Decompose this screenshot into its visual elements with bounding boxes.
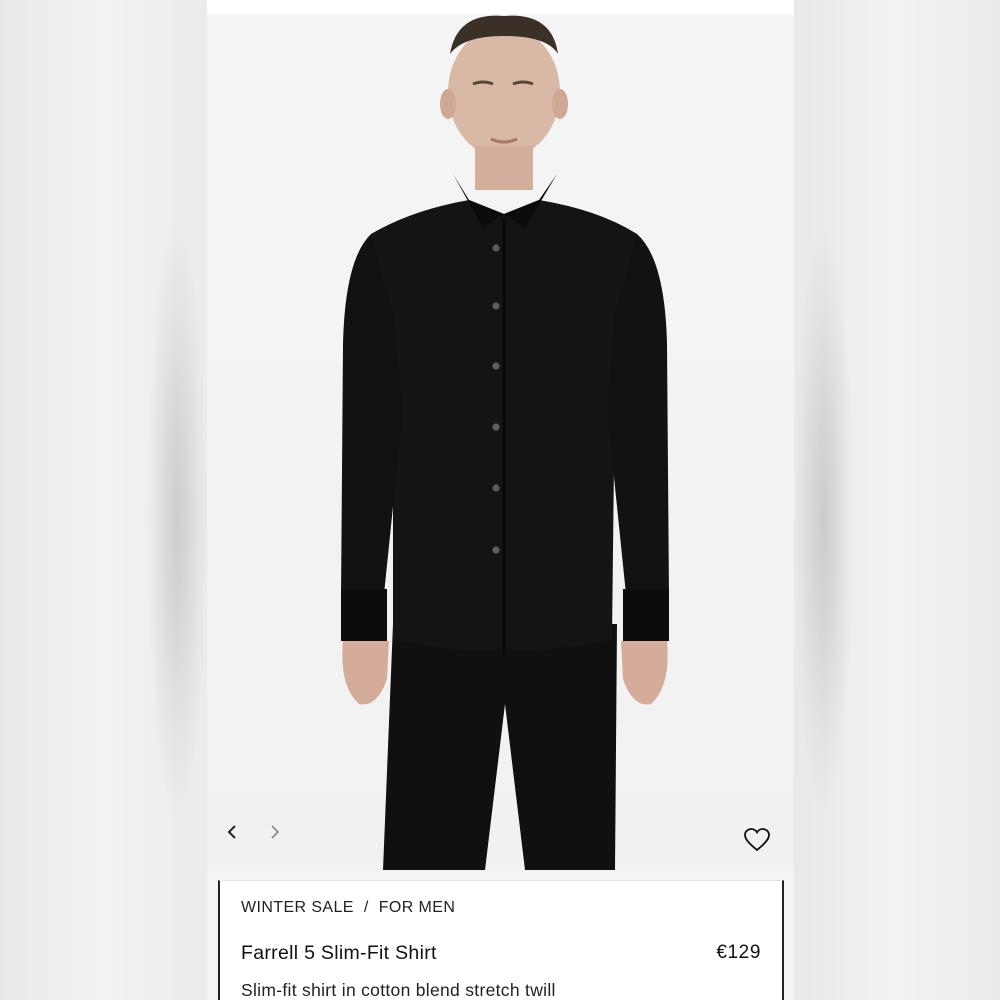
breadcrumb-winter-sale[interactable]: WINTER SALE (241, 899, 354, 917)
breadcrumb-separator: / (363, 899, 369, 916)
product-image (207, 14, 794, 870)
product-info-panel: WINTER SALE / FOR MEN Farrell 5 Slim-Fit… (218, 880, 784, 1000)
favorite-button[interactable] (743, 827, 771, 853)
background-blur-right (794, 0, 1000, 1000)
product-title: Farrell 5 Slim-Fit Shirt (241, 942, 437, 964)
previous-image-button[interactable] (226, 825, 250, 849)
product-description: Slim-fit shirt in cotton blend stretch t… (241, 980, 556, 1000)
next-image-button[interactable] (269, 825, 293, 849)
product-price: €129 (716, 942, 761, 963)
heart-outline-icon (744, 828, 770, 852)
chevron-right-icon (271, 825, 280, 839)
model-photo (341, 15, 669, 870)
breadcrumb-for-men[interactable]: FOR MEN (379, 899, 456, 917)
top-bar (207, 0, 794, 14)
product-page: WINTER SALE / FOR MEN Farrell 5 Slim-Fit… (207, 0, 794, 1000)
chevron-left-icon (227, 825, 236, 839)
background-blur-left (0, 0, 207, 1000)
breadcrumb: WINTER SALE / FOR MEN (241, 899, 455, 917)
